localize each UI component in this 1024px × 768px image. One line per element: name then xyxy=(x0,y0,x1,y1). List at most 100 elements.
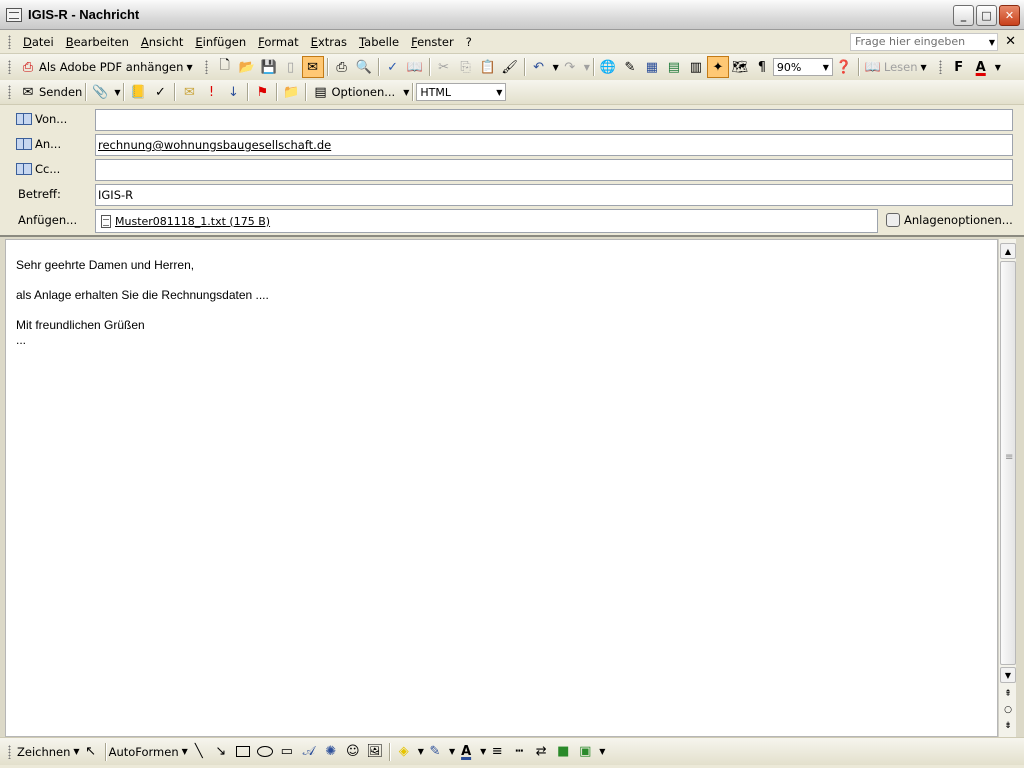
attachment-field[interactable]: Muster081118_1.txt (175 B) xyxy=(95,209,878,233)
minimize-button[interactable]: _ xyxy=(953,5,974,26)
chevron-down-icon[interactable]: ▼ xyxy=(599,747,605,756)
attach-icon[interactable]: ✉ xyxy=(301,56,324,78)
chevron-down-icon[interactable]: ▼ xyxy=(114,88,120,97)
text-box-icon[interactable]: ▭ xyxy=(276,741,298,763)
chevron-down-icon[interactable]: ▼ xyxy=(989,38,995,47)
font-color-icon[interactable]: A xyxy=(970,56,992,78)
chevron-down-icon[interactable]: ▼ xyxy=(403,88,409,97)
message-format-select[interactable]: HTML ▼ xyxy=(416,83,507,101)
picture-icon[interactable]: 🖼 xyxy=(364,741,386,763)
rectangle-icon[interactable] xyxy=(232,741,254,763)
previous-page-icon[interactable]: ⇞ xyxy=(1000,687,1016,701)
toolbar-grip[interactable] xyxy=(8,85,11,99)
to-button[interactable]: An... xyxy=(16,137,61,151)
chevron-down-icon[interactable]: ▼ xyxy=(496,88,502,97)
subject-field[interactable]: IGIS-R xyxy=(95,184,1013,206)
fill-color-icon[interactable]: ◈ xyxy=(393,741,415,763)
chevron-down-icon[interactable]: ▼ xyxy=(584,63,590,72)
cut-icon[interactable]: ✂ xyxy=(433,56,455,78)
autoshapes-button[interactable]: AutoFormen xyxy=(109,745,179,759)
scroll-thumb[interactable] xyxy=(1000,261,1016,665)
menu-ansicht[interactable]: Ansicht xyxy=(135,35,189,49)
close-document-button[interactable]: ✕ xyxy=(1005,34,1016,49)
paste-icon[interactable]: 📋 xyxy=(477,56,499,78)
check-names-icon[interactable]: ✓ xyxy=(149,81,171,103)
toolbar-grip[interactable] xyxy=(8,744,11,759)
address-book-icon[interactable]: 📒 xyxy=(127,81,149,103)
hyperlink-icon[interactable]: 🌐 xyxy=(597,56,619,78)
vertical-scrollbar[interactable]: ▲ ▼ ⇞ ○ ⇟ xyxy=(998,239,1016,737)
show-formatting-icon[interactable]: ¶ xyxy=(751,56,773,78)
attach-label[interactable]: Anfügen... xyxy=(18,213,77,227)
research-icon[interactable]: 📖 xyxy=(404,56,426,78)
menu-tabelle[interactable]: Tabelle xyxy=(353,35,405,49)
importance-low-icon[interactable]: ↓ xyxy=(222,81,244,103)
wordart-icon[interactable]: 𝒜 xyxy=(298,741,320,763)
toolbar-grip[interactable] xyxy=(8,34,11,49)
options-button[interactable]: Optionen... xyxy=(331,85,395,99)
menu-datei[interactable]: Datei xyxy=(17,35,60,49)
chevron-down-icon[interactable]: ▼ xyxy=(823,63,829,72)
save-icon[interactable]: 💾 xyxy=(258,56,280,78)
toolbar-grip[interactable] xyxy=(8,60,11,74)
clip-art-icon[interactable]: ☺ xyxy=(342,741,364,763)
attach-pdf-button[interactable]: Als Adobe PDF anhängen xyxy=(39,60,183,74)
columns-icon[interactable]: ▥ xyxy=(685,56,707,78)
bold-button[interactable]: F xyxy=(948,56,970,78)
drawing-icon[interactable]: ✦ xyxy=(706,56,729,78)
maximize-button[interactable]: □ xyxy=(976,5,997,26)
message-body[interactable]: Sehr geehrte Damen und Herren, als Anlag… xyxy=(5,239,998,737)
oval-icon[interactable] xyxy=(254,741,276,763)
close-button[interactable]: ✕ xyxy=(999,5,1020,26)
menu-einfuegen[interactable]: Einfügen xyxy=(189,35,252,49)
help-icon[interactable]: ❓ xyxy=(833,56,855,78)
ask-question-input[interactable]: Frage hier eingeben ▼ xyxy=(850,33,998,51)
chevron-down-icon[interactable]: ▼ xyxy=(995,63,1001,72)
line-icon[interactable]: ╲ xyxy=(188,741,210,763)
next-page-icon[interactable]: ⇟ xyxy=(1000,719,1016,733)
from-field[interactable] xyxy=(95,109,1013,131)
print-preview-icon[interactable]: 🔍 xyxy=(353,56,375,78)
shadow-icon[interactable]: ■ xyxy=(552,741,574,763)
toolbar-grip[interactable] xyxy=(938,60,942,74)
document-map-icon[interactable]: 🗺 xyxy=(729,56,751,78)
scroll-down-button[interactable]: ▼ xyxy=(1000,667,1016,683)
to-field[interactable]: rechnung@wohnungsbaugesellschaft.de xyxy=(95,134,1013,156)
arrow-icon[interactable]: ↘ xyxy=(210,741,232,763)
insert-excel-icon[interactable]: ▤ xyxy=(663,56,685,78)
diagram-icon[interactable]: ✺ xyxy=(320,741,342,763)
attachment-link[interactable]: Muster081118_1.txt (175 B) xyxy=(115,215,270,228)
menu-bearbeiten[interactable]: Bearbeiten xyxy=(60,35,135,49)
zoom-select[interactable]: 90% ▼ xyxy=(772,58,833,76)
open-icon[interactable]: 📂 xyxy=(236,56,258,78)
scroll-up-button[interactable]: ▲ xyxy=(1000,243,1016,259)
permission-envelope-icon[interactable]: ✉ xyxy=(178,81,200,103)
toolbar-grip[interactable] xyxy=(204,60,208,74)
from-button[interactable]: Von... xyxy=(16,112,67,126)
menu-format[interactable]: Format xyxy=(252,35,305,49)
line-style-icon[interactable]: ≡ xyxy=(486,741,508,763)
redo-icon[interactable]: ↷ xyxy=(559,56,581,78)
3d-icon[interactable]: ▣ xyxy=(574,741,596,763)
envelope-folder-icon[interactable]: 📁 xyxy=(280,81,302,103)
new-icon[interactable]: 🗋 xyxy=(214,56,236,78)
menu-extras[interactable]: Extras xyxy=(305,35,353,49)
print-icon[interactable]: ⎙ xyxy=(331,56,353,78)
arrow-style-icon[interactable]: ⇄ xyxy=(530,741,552,763)
menu-fenster[interactable]: Fenster xyxy=(405,35,460,49)
chevron-down-icon[interactable]: ▼ xyxy=(186,63,192,72)
cc-button[interactable]: Cc... xyxy=(16,162,60,176)
cc-field[interactable] xyxy=(95,159,1013,181)
select-objects-icon[interactable]: ↖ xyxy=(80,741,102,763)
spelling-icon[interactable]: ✓ xyxy=(382,56,404,78)
permission-icon[interactable]: ▯ xyxy=(280,56,302,78)
read-button[interactable]: Lesen xyxy=(884,60,918,74)
paperclip-icon[interactable]: 📎 xyxy=(89,81,111,103)
flag-icon[interactable]: ⚑ xyxy=(251,81,273,103)
format-painter-icon[interactable]: 🖌 xyxy=(499,56,521,78)
chevron-down-icon[interactable]: ▼ xyxy=(921,63,927,72)
undo-icon[interactable]: ↶ xyxy=(528,56,550,78)
draw-font-color-icon[interactable]: A xyxy=(455,741,477,763)
copy-icon[interactable]: ⎘ xyxy=(455,56,477,78)
tables-borders-icon[interactable]: ✎ xyxy=(619,56,641,78)
